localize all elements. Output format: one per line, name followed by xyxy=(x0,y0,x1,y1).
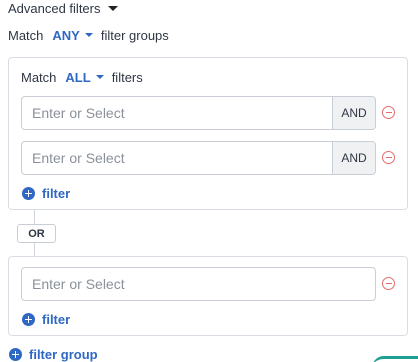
filter-group-1: Match ALL filters Enter or Select AND En… xyxy=(8,57,408,210)
plus-circle-icon xyxy=(9,348,22,361)
advanced-filters-toggle[interactable]: Advanced filters xyxy=(8,0,118,16)
match-all-dropdown[interactable]: ALL xyxy=(65,69,104,85)
plus-circle-icon xyxy=(22,313,35,326)
filter-input[interactable]: Enter or Select xyxy=(22,268,375,300)
filter-input[interactable]: Enter or Select xyxy=(22,97,332,129)
minus-circle-icon[interactable] xyxy=(382,106,395,119)
chevron-down-icon xyxy=(95,75,104,79)
filter-row: Enter or Select xyxy=(21,267,376,301)
caret-down-icon xyxy=(107,6,118,11)
minus-circle-icon[interactable] xyxy=(382,277,395,290)
add-filter-group-button[interactable]: filter group xyxy=(9,347,98,362)
filter-combo: Enter or Select xyxy=(21,267,376,301)
match-all-value: ALL xyxy=(65,69,91,85)
match-label: Match xyxy=(8,27,44,43)
match-suffix-label: filter groups xyxy=(100,27,169,43)
or-connector-badge[interactable]: OR xyxy=(17,224,56,243)
minus-circle-icon[interactable] xyxy=(382,151,395,164)
match-any-value: ANY xyxy=(52,27,80,43)
advanced-filters-label: Advanced filters xyxy=(8,0,101,16)
group-connector-line xyxy=(34,210,35,224)
add-filter-label: filter xyxy=(42,312,71,327)
floating-widget-edge xyxy=(372,356,418,362)
operator-and-button[interactable]: AND xyxy=(332,97,375,129)
add-filter-group-label: filter group xyxy=(29,347,98,362)
match-any-row: Match ANY filter groups xyxy=(8,26,169,44)
chevron-down-icon xyxy=(84,33,93,37)
plus-circle-icon xyxy=(22,187,35,200)
operator-and-button[interactable]: AND xyxy=(332,142,375,174)
add-filter-label: filter xyxy=(42,186,71,201)
group-match-label: Match xyxy=(21,69,57,85)
filter-combo: Enter or Select AND xyxy=(21,96,376,130)
group-match-suffix: filters xyxy=(111,69,143,85)
match-any-dropdown[interactable]: ANY xyxy=(52,27,93,43)
add-filter-button[interactable]: filter xyxy=(22,186,70,201)
group-connector-line xyxy=(34,243,35,256)
filter-row: Enter or Select AND xyxy=(21,96,376,130)
filter-input[interactable]: Enter or Select xyxy=(22,142,332,174)
group-match-row: Match ALL filters xyxy=(21,68,143,86)
filter-group-2: Enter or Select filter xyxy=(8,256,408,336)
advanced-filters-panel: Advanced filters Match ANY filter groups… xyxy=(0,0,418,362)
filter-row: Enter or Select AND xyxy=(21,141,376,175)
filter-combo: Enter or Select AND xyxy=(21,141,376,175)
add-filter-button[interactable]: filter xyxy=(22,312,70,327)
